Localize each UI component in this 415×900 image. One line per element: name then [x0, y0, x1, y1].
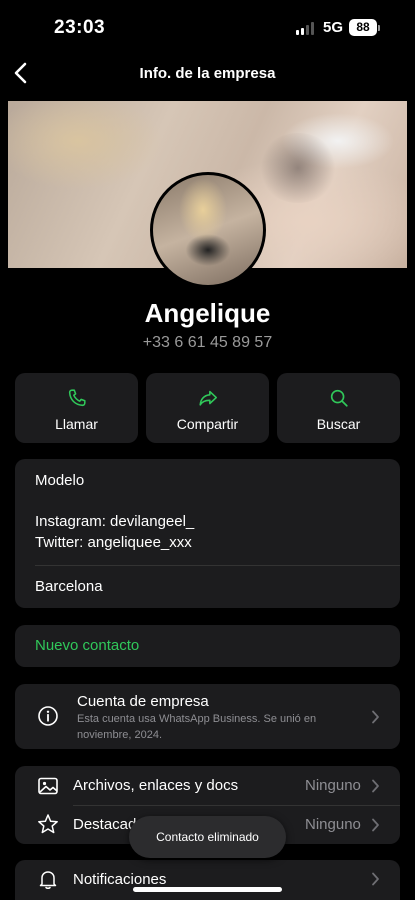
battery-icon: 88 — [349, 19, 377, 36]
new-contact-row[interactable]: Nuevo contacto — [15, 625, 400, 667]
call-label: Llamar — [55, 416, 98, 432]
business-account-subtitle-1: Esta cuenta usa WhatsApp Business. Se un… — [77, 713, 317, 725]
instagram-link[interactable]: Instagram: devilangeel_ — [35, 513, 194, 530]
notifications-label: Notificaciones — [73, 871, 167, 888]
search-button[interactable]: Buscar — [277, 373, 400, 443]
profile-phone: +33 6 61 45 89 57 — [142, 334, 273, 351]
business-account-subtitle-2: noviembre, 2024. — [77, 729, 162, 741]
chevron-right-icon — [372, 779, 379, 793]
chevron-right-icon — [372, 872, 379, 886]
share-label: Compartir — [176, 416, 239, 432]
share-icon — [198, 390, 217, 406]
avatar[interactable] — [150, 172, 266, 288]
profile-name: Angelique — [144, 298, 271, 328]
business-account-title: Cuenta de empresa — [77, 693, 209, 710]
network-label: 5G — [323, 19, 344, 36]
toast-message: Contacto eliminado — [129, 816, 286, 858]
photo-icon — [38, 777, 58, 795]
starred-value: Ninguno — [305, 816, 361, 833]
info-icon — [38, 706, 58, 726]
chevron-left-icon[interactable] — [10, 59, 32, 87]
chevron-right-icon — [372, 818, 379, 832]
status-bar: 23:03 5G 88 — [0, 0, 415, 56]
business-info-card: Modelo Instagram: devilangeel_ Twitter: … — [15, 459, 400, 608]
home-indicator[interactable] — [133, 887, 282, 892]
battery-tip — [378, 25, 380, 31]
nav-bar: Info. de la empresa — [0, 56, 415, 92]
business-location[interactable]: Barcelona — [35, 578, 103, 595]
divider — [35, 565, 400, 566]
search-label: Buscar — [316, 416, 361, 432]
business-account-row[interactable]: Cuenta de empresa Esta cuenta usa WhatsA… — [15, 684, 400, 749]
star-icon — [38, 814, 58, 834]
chevron-right-icon — [372, 710, 379, 724]
notifications-row[interactable]: Notificaciones — [15, 860, 400, 900]
search-icon — [330, 389, 348, 407]
media-files-row[interactable]: Archivos, enlaces y docs Ninguno — [15, 766, 400, 805]
call-button[interactable]: Llamar — [15, 373, 138, 443]
bell-icon — [39, 871, 57, 889]
cover-detail — [258, 133, 338, 203]
status-time: 23:03 — [54, 17, 106, 38]
business-category: Modelo — [35, 472, 85, 489]
media-files-value: Ninguno — [305, 777, 361, 794]
twitter-link[interactable]: Twitter: angeliquee_xxx — [35, 534, 192, 551]
new-contact-label: Nuevo contacto — [35, 637, 140, 654]
signal-icon — [296, 22, 318, 35]
phone-icon — [68, 389, 86, 407]
media-files-label: Archivos, enlaces y docs — [73, 777, 239, 794]
nav-title: Info. de la empresa — [139, 65, 276, 82]
share-button[interactable]: Compartir — [146, 373, 269, 443]
